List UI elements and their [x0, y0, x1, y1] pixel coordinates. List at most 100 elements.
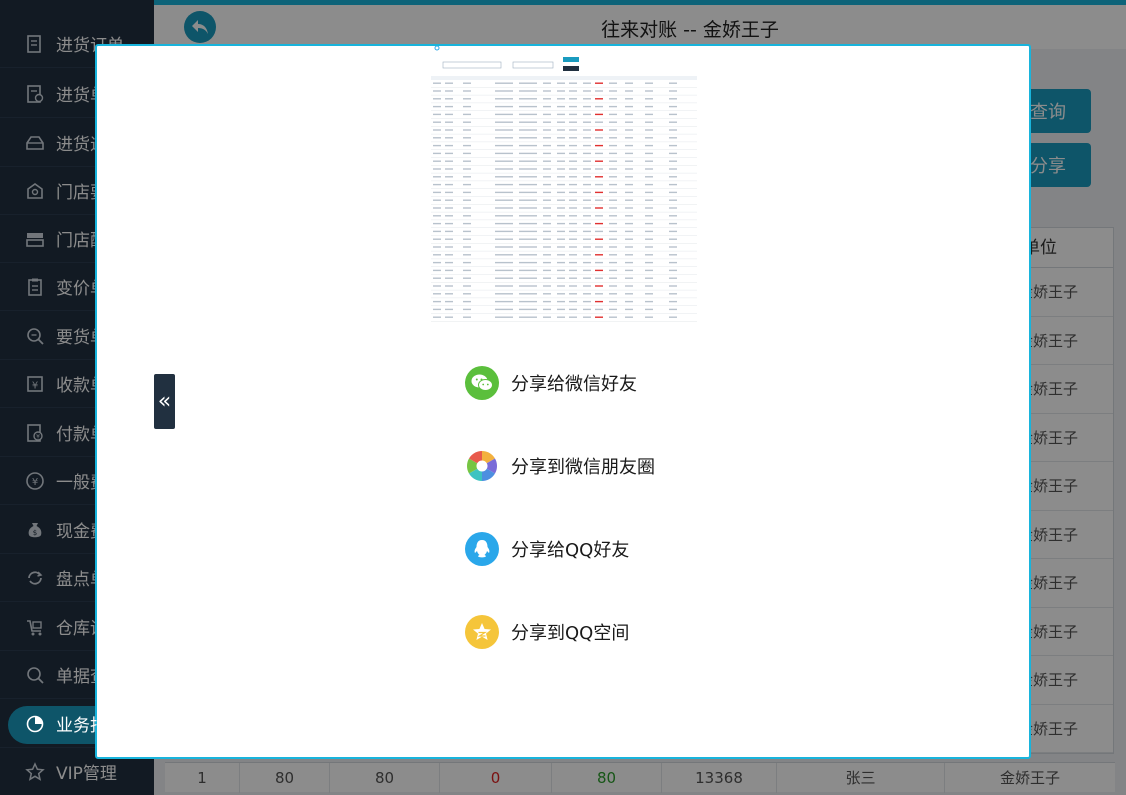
preview-cell: [543, 246, 551, 248]
preview-cell: [583, 90, 591, 92]
preview-cell: [445, 137, 453, 139]
preview-cell: [445, 277, 453, 279]
preview-cell: [625, 222, 633, 225]
share-qq-friend-button[interactable]: 分享给QQ好友: [465, 532, 629, 566]
preview-cell: [557, 176, 565, 178]
preview-cell: [669, 277, 677, 279]
preview-cell: [495, 269, 513, 272]
preview-cell: [519, 316, 537, 318]
preview-cell: [669, 176, 677, 178]
preview-cell: [543, 261, 551, 264]
preview-cell: [519, 308, 537, 311]
preview-cell: [569, 129, 577, 131]
preview-cell: [445, 144, 453, 147]
preview-cell: [463, 121, 471, 123]
share-wechat-friend-button[interactable]: 分享给微信好友: [465, 366, 637, 400]
share-qzone-button[interactable]: 分享到QQ空间: [465, 615, 629, 649]
preview-cell: [463, 82, 471, 84]
preview-cell: [569, 183, 577, 186]
preview-cell: [645, 293, 653, 295]
preview-cell: [669, 121, 677, 123]
preview-cell: [519, 191, 537, 194]
preview-cell: [463, 300, 471, 303]
preview-cell: [569, 176, 577, 178]
wechat-icon: [465, 366, 499, 400]
preview-cell-negative: [595, 129, 603, 131]
preview-table-header: [431, 76, 697, 80]
preview-cell: [645, 82, 653, 84]
preview-cell: [569, 160, 577, 162]
preview-cell: [645, 199, 653, 201]
preview-cell: [625, 113, 633, 116]
preview-cell: [569, 137, 577, 139]
preview-cell: [433, 82, 441, 84]
preview-cell: [625, 98, 633, 100]
preview-cell: [645, 207, 653, 209]
preview-cell: [543, 207, 551, 209]
preview-cell: [495, 137, 513, 139]
preview-cell: [433, 316, 441, 318]
preview-cell: [543, 316, 551, 318]
preview-cell: [445, 230, 453, 233]
preview-cell: [557, 137, 565, 139]
preview-cell: [463, 269, 471, 272]
preview-cell: [557, 160, 565, 162]
preview-cell: [669, 90, 677, 92]
preview-cell: [609, 191, 617, 194]
preview-cell: [445, 285, 453, 287]
moments-icon: [465, 449, 499, 483]
report-preview-thumbnail: [429, 46, 701, 324]
preview-cell: [495, 144, 513, 147]
preview-cell: [543, 293, 551, 295]
preview-cell: [645, 113, 653, 116]
share-wechat-moments-button[interactable]: 分享到微信朋友圈: [465, 449, 655, 483]
preview-cell-negative: [595, 300, 603, 303]
preview-cell: [519, 215, 537, 217]
preview-cell: [495, 300, 513, 303]
preview-cell-negative: [595, 285, 603, 287]
preview-cell: [445, 238, 453, 240]
preview-cell: [583, 98, 591, 100]
preview-cell: [557, 82, 565, 84]
preview-cell: [557, 254, 565, 256]
preview-cell: [583, 129, 591, 131]
preview-cell: [445, 82, 453, 84]
preview-cell: [433, 191, 441, 194]
preview-cell: [669, 238, 677, 240]
preview-cell: [625, 308, 633, 311]
preview-cell: [625, 269, 633, 272]
preview-cell: [609, 160, 617, 162]
preview-cell: [583, 137, 591, 139]
preview-cell: [557, 238, 565, 240]
preview-cell: [519, 113, 537, 116]
preview-cell: [609, 207, 617, 209]
preview-cell: [645, 152, 653, 155]
preview-cell: [669, 230, 677, 233]
preview-cell: [595, 168, 603, 170]
preview-cell: [669, 191, 677, 194]
preview-cell: [645, 285, 653, 287]
preview-cell: [625, 183, 633, 186]
preview-cell: [543, 308, 551, 311]
preview-cell: [445, 308, 453, 311]
preview-cell: [625, 316, 633, 318]
preview-cell: [609, 137, 617, 139]
preview-cell: [433, 308, 441, 311]
preview-cell: [433, 176, 441, 178]
preview-cell: [463, 191, 471, 194]
preview-cell: [543, 90, 551, 92]
preview-cell: [609, 129, 617, 131]
preview-cell: [445, 113, 453, 116]
preview-cell: [625, 277, 633, 279]
preview-cell: [557, 144, 565, 147]
preview-cell: [433, 222, 441, 225]
preview-cell: [557, 113, 565, 116]
sidebar-collapse-toggle[interactable]: «: [154, 374, 175, 429]
preview-cell-negative: [595, 98, 603, 100]
preview-cell: [433, 168, 441, 170]
preview-cell: [433, 300, 441, 303]
preview-cell: [495, 105, 513, 108]
preview-cell: [609, 215, 617, 217]
preview-cell: [669, 285, 677, 287]
preview-cell: [433, 246, 441, 248]
